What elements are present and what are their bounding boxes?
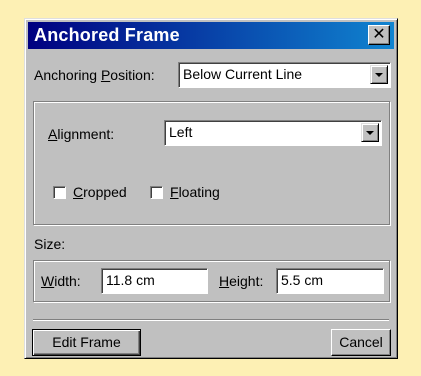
chevron-down-icon[interactable] — [370, 65, 388, 84]
height-label: Height: — [219, 273, 263, 289]
anchored-frame-dialog: Anchored Frame ✕ Anchoring Position: Bel… — [24, 18, 398, 359]
cropped-checkbox[interactable] — [53, 186, 66, 199]
alignment-label: Alignment: — [48, 126, 114, 142]
anchoring-label-accel: P — [100, 67, 111, 83]
cancel-button[interactable]: Cancel — [331, 329, 391, 356]
height-label-post: eight: — [229, 273, 264, 289]
width-field[interactable]: 11.8 cm — [101, 268, 208, 294]
height-label-accel: H — [219, 273, 230, 289]
chevron-down-icon[interactable] — [361, 123, 379, 142]
anchoring-position-label: Anchoring Position: — [34, 67, 155, 83]
anchoring-label-pre: Anchoring — [34, 67, 101, 83]
alignment-value: Left — [169, 124, 193, 140]
separator-line — [33, 319, 389, 321]
anchoring-label-post: osition: — [110, 67, 155, 83]
floating-checkbox[interactable] — [150, 186, 163, 199]
width-label-accel: W — [41, 273, 55, 289]
anchoring-position-value: Below Current Line — [183, 66, 303, 82]
title-bar[interactable]: Anchored Frame ✕ — [28, 22, 394, 49]
edit-frame-button[interactable]: Edit Frame — [32, 329, 141, 356]
height-field[interactable]: 5.5 cm — [276, 268, 384, 294]
floating-label-post: loating — [178, 184, 220, 200]
alignment-select[interactable]: Left — [164, 120, 382, 146]
alignment-label-post: lignment: — [57, 126, 115, 142]
width-value: 11.8 cm — [106, 272, 155, 288]
width-label: Width: — [41, 273, 81, 289]
close-icon[interactable]: ✕ — [368, 25, 390, 45]
cropped-label-post: ropped — [83, 184, 127, 200]
size-label: Size: — [34, 236, 66, 252]
height-value: 5.5 cm — [281, 272, 324, 288]
cropped-label-accel: C — [73, 184, 84, 200]
dialog-title: Anchored Frame — [34, 25, 180, 45]
cropped-label[interactable]: Cropped — [73, 184, 127, 200]
floating-label-accel: F — [170, 184, 179, 200]
anchoring-position-select[interactable]: Below Current Line — [178, 62, 391, 88]
width-label-post: idth: — [54, 273, 81, 289]
alignment-label-accel: A — [48, 126, 58, 142]
floating-label[interactable]: Floating — [170, 184, 220, 200]
